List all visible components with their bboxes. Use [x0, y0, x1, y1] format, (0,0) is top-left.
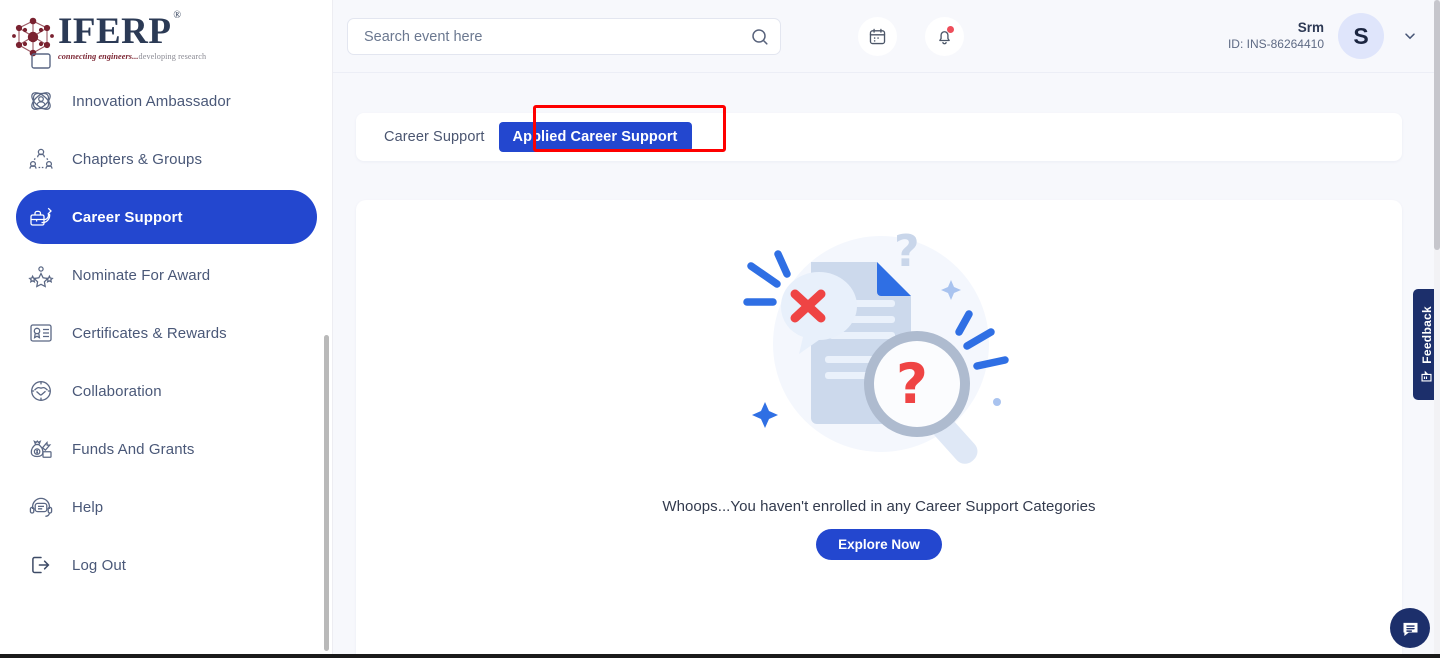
sidebar-item-nominate-for-award[interactable]: Nominate For Award — [16, 248, 317, 302]
sidebar-item-funds-and-grants[interactable]: Funds And Grants — [16, 422, 317, 476]
sidebar-item-log-out[interactable]: Log Out — [16, 538, 317, 592]
career-support-icon — [24, 200, 58, 234]
collaboration-icon — [24, 374, 58, 408]
applied-career-support-panel: ? ? Whoops...You haven't enrolled in any… — [356, 200, 1402, 658]
avatar-initial: S — [1353, 22, 1369, 49]
user-id: ID: INS-86264410 — [1227, 37, 1324, 51]
top-header: Srm ID: INS-86264410 S — [333, 0, 1440, 73]
partial-icon — [24, 52, 58, 70]
search-bar[interactable] — [347, 18, 781, 55]
notification-badge-dot — [947, 26, 954, 33]
registered-mark: ® — [173, 10, 182, 21]
svg-text:?: ? — [894, 226, 920, 277]
tab-applied-career-support[interactable]: Applied Career Support — [498, 122, 692, 152]
tab-bar: Career Support Applied Career Support — [356, 105, 1402, 161]
sidebar-nav: Innovation Ambassador Chapters & Groups … — [0, 53, 333, 596]
search-input[interactable] — [348, 28, 740, 45]
chevron-down-icon[interactable] — [1400, 26, 1420, 46]
main-content: Career Support Applied Career Support ? … — [333, 73, 1440, 658]
svg-text:?: ? — [896, 352, 928, 416]
sidebar-item-chapters-groups[interactable]: Chapters & Groups — [16, 132, 317, 186]
calendar-button[interactable] — [858, 17, 897, 56]
sidebar-item-certificates-rewards[interactable]: Certificates & Rewards — [16, 306, 317, 360]
sidebar-item-collaboration[interactable]: Collaboration — [16, 364, 317, 418]
sidebar-item-career-support[interactable]: Career Support — [16, 190, 317, 244]
sidebar-item-label: Career Support — [72, 208, 183, 226]
brand-name: IFERP — [58, 11, 172, 52]
user-menu[interactable]: Srm ID: INS-86264410 S — [1228, 12, 1420, 60]
sidebar-item-label: Innovation Ambassador — [72, 92, 231, 110]
nominate-award-icon — [24, 258, 58, 292]
feedback-label: Feedback — [1419, 305, 1434, 364]
explore-now-button[interactable]: Explore Now — [816, 529, 942, 560]
sidebar-item-label: Help — [72, 498, 104, 516]
funds-grants-icon — [24, 432, 58, 466]
sidebar-item-clipped-above[interactable] — [16, 52, 317, 70]
avatar[interactable]: S — [1338, 13, 1384, 59]
sidebar-scrollbar[interactable] — [324, 335, 329, 651]
certificates-rewards-icon — [24, 316, 58, 350]
app-root: IFERP ® connecting engineers...developing… — [0, 0, 1440, 658]
chapters-groups-icon — [24, 142, 58, 176]
sidebar-item-label: Chapters & Groups — [72, 150, 203, 168]
sidebar-item-label: Collaboration — [72, 382, 162, 400]
empty-state-message: Whoops...You haven't enrolled in any Car… — [662, 498, 1096, 515]
user-identity: Srm ID: INS-86264410 — [1228, 19, 1324, 53]
calendar-icon — [869, 28, 886, 45]
sidebar-item-innovation-ambassador[interactable]: Innovation Ambassador — [16, 74, 317, 128]
sidebar-item-label: Funds And Grants — [72, 440, 195, 458]
sidebar: IFERP ® connecting engineers...developing… — [0, 0, 333, 658]
empty-state: ? ? Whoops...You haven't enrolled in any… — [356, 200, 1402, 560]
chat-button[interactable] — [1390, 608, 1430, 648]
sidebar-item-label: Log Out — [72, 556, 127, 574]
sidebar-item-label: Nominate For Award — [72, 266, 211, 284]
user-name: Srm — [1297, 20, 1324, 35]
no-results-document-magnifier-illustration: ? ? — [743, 226, 1009, 464]
help-headset-icon — [24, 490, 58, 524]
sidebar-item-help[interactable]: Help — [16, 480, 317, 534]
window-bottom-edge — [0, 654, 1440, 658]
page-scrollbar[interactable] — [1434, 0, 1440, 658]
innovation-ambassador-icon — [24, 84, 58, 118]
tab-career-support[interactable]: Career Support — [370, 122, 499, 152]
search-icon[interactable] — [740, 19, 780, 55]
chat-bubble-icon — [1403, 622, 1417, 636]
logout-icon — [24, 548, 58, 582]
feedback-form-icon — [1420, 370, 1433, 383]
notification-button[interactable] — [925, 17, 964, 56]
page-scrollbar-thumb[interactable] — [1434, 0, 1440, 250]
sidebar-item-label: Certificates & Rewards — [72, 324, 227, 342]
